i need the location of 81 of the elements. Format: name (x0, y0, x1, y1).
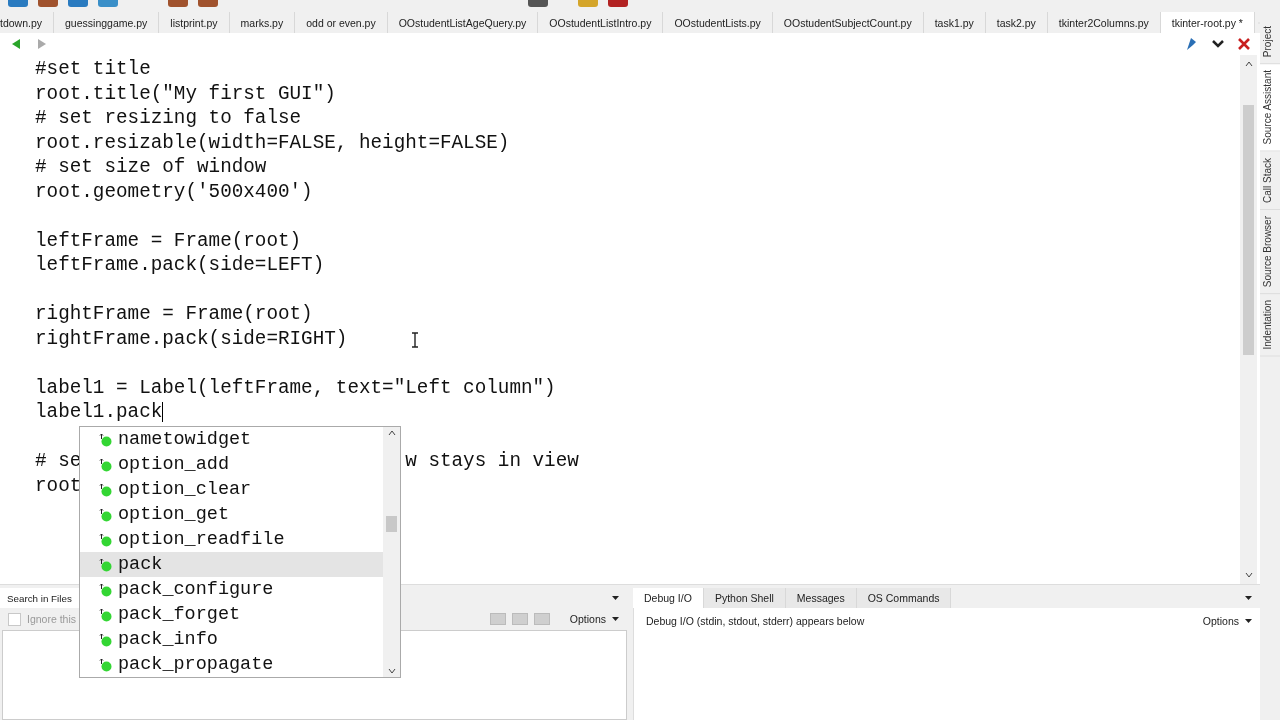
code-line: #set title (35, 58, 151, 80)
panel-tab[interactable]: Search in Files (0, 588, 80, 608)
completion-item[interactable]: pack_forget (80, 602, 383, 627)
dropdown-icon[interactable] (1245, 619, 1252, 623)
checkbox-label: Ignore this (27, 613, 77, 625)
dropdown-icon[interactable] (612, 596, 619, 600)
scroll-down-icon[interactable] (387, 668, 396, 674)
scrollbar[interactable] (383, 427, 400, 677)
scrollbar[interactable] (1240, 55, 1257, 584)
scroll-up-icon[interactable] (387, 430, 396, 436)
list-icon[interactable] (511, 613, 528, 625)
toolbar-icon[interactable] (578, 0, 598, 7)
forward-arrow-icon[interactable] (36, 38, 48, 50)
side-tab[interactable]: Source Assistant (1260, 64, 1280, 152)
toolbar-icon[interactable] (68, 0, 88, 7)
method-icon (99, 657, 112, 672)
toolbar-icon[interactable] (8, 0, 28, 7)
side-tab[interactable]: Indentation (1260, 293, 1280, 357)
options-menu[interactable]: Options (569, 613, 606, 625)
completion-item[interactable]: pack_info (80, 627, 383, 652)
code-line: label1 = Label(leftFrame, text="Left column") (35, 376, 556, 399)
options-menu[interactable]: Options (1202, 615, 1239, 627)
back-arrow-icon[interactable] (10, 38, 22, 50)
code-line: rightFrame.pack(side=RIGHT) (35, 327, 348, 350)
completion-item[interactable]: option_get (80, 502, 383, 527)
close-icon[interactable] (1238, 38, 1250, 50)
scroll-up-icon[interactable] (1244, 61, 1253, 67)
panel-tab[interactable]: Python Shell (703, 588, 786, 608)
method-icon (99, 457, 112, 472)
code-line: # set resizing to false (35, 107, 302, 129)
panel-tab[interactable]: OS Commands (856, 588, 952, 608)
dropdown-icon[interactable] (1245, 596, 1252, 600)
text-cursor-icon (411, 332, 419, 348)
completion-item[interactable]: option_add (80, 452, 383, 477)
code-line: label1.pack (35, 401, 163, 423)
method-icon (99, 432, 112, 447)
code-line: rightFrame = Frame(root) (35, 303, 313, 325)
code-line: w stays in view (405, 450, 579, 472)
method-icon (99, 582, 112, 597)
code-line: leftFrame.pack(side=LEFT) (35, 254, 325, 276)
dropdown-icon[interactable] (612, 617, 619, 621)
code-line: root (35, 474, 82, 497)
chevron-down-icon[interactable] (1212, 40, 1224, 48)
scroll-down-icon[interactable] (1244, 572, 1253, 578)
scroll-thumb[interactable] (1243, 105, 1254, 355)
panel-tab[interactable]: Messages (785, 588, 857, 608)
panel-tab[interactable]: Debug I/O (633, 588, 704, 608)
list-icon[interactable] (533, 613, 550, 625)
method-icon (99, 532, 112, 547)
side-tab[interactable]: Project (1260, 20, 1280, 65)
code-line: # set size of window (35, 156, 267, 178)
scroll-thumb[interactable] (386, 516, 397, 532)
side-tab[interactable]: Source Browser (1260, 209, 1280, 294)
method-icon (99, 482, 112, 497)
completion-item[interactable]: pack_propagate (80, 652, 383, 677)
panel-message: Debug I/O (stdin, stdout, stderr) appears below (646, 615, 865, 627)
code-line: leftFrame = Frame(root) (35, 229, 302, 252)
pin-icon[interactable] (1184, 37, 1198, 51)
toolbar-icon[interactable] (198, 0, 218, 7)
toolbar-icon[interactable] (168, 0, 188, 7)
completion-item[interactable]: option_clear (80, 477, 383, 502)
toolbar-icon[interactable] (528, 0, 548, 7)
toolbar-icon[interactable] (608, 0, 628, 7)
code-line: root.resizable(width=FALSE, height=FALSE) (35, 131, 510, 154)
list-icon[interactable] (489, 613, 506, 625)
completion-item[interactable]: pack_configure (80, 577, 383, 602)
toolbar-icon[interactable] (98, 0, 118, 7)
method-icon (99, 507, 112, 522)
method-icon (99, 632, 112, 647)
toolbar-icon[interactable] (38, 0, 58, 7)
completion-item[interactable]: nametowidget (80, 427, 383, 452)
method-icon (99, 607, 112, 622)
completion-item[interactable]: pack (80, 552, 383, 577)
code-line: # se (35, 450, 82, 472)
completion-item[interactable]: option_readfile (80, 527, 383, 552)
file-tab[interactable]: tkinter-root.py * (1160, 12, 1255, 33)
side-tab[interactable]: Call Stack (1260, 151, 1280, 210)
code-line: root.title("My first GUI") (35, 82, 336, 105)
code-line: root.geometry('500x400') (35, 180, 313, 203)
method-icon (99, 557, 112, 572)
checkbox[interactable] (8, 612, 21, 626)
